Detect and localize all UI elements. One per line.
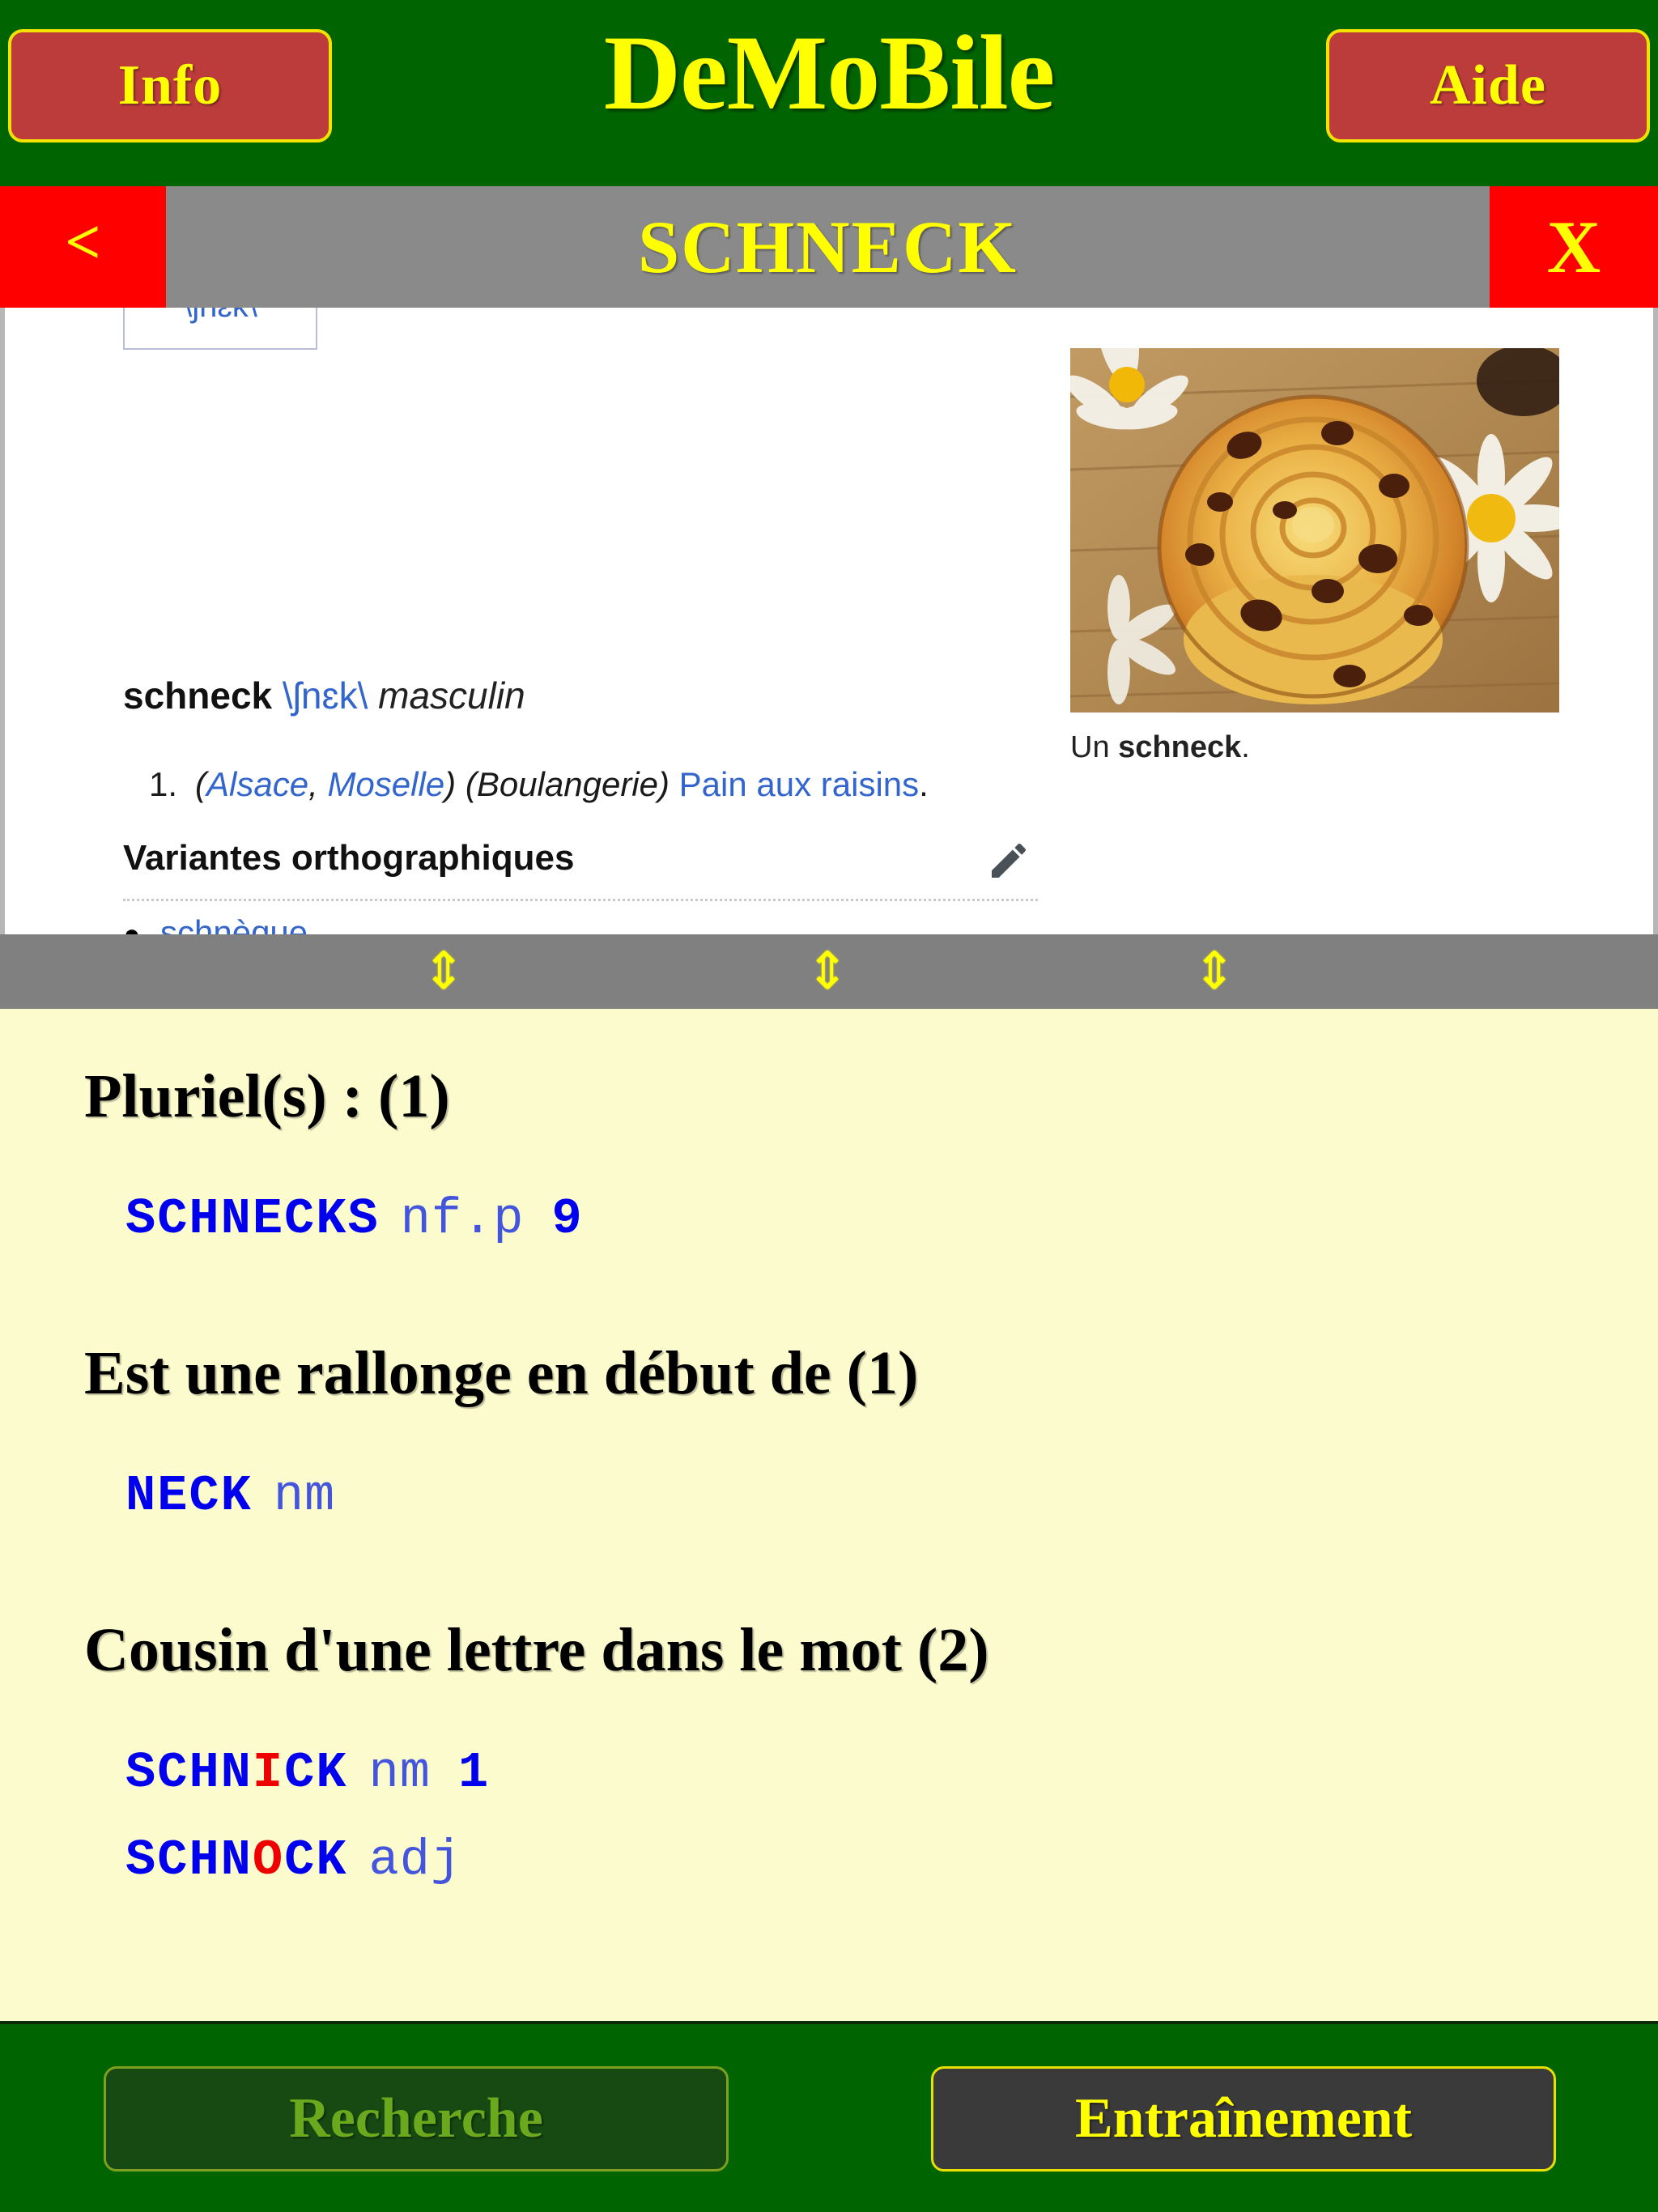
section-title: Cousin d'une lettre dans le mot (2) xyxy=(84,1616,989,1684)
sense-region-sep: , xyxy=(308,765,328,803)
close-button[interactable]: X xyxy=(1490,186,1658,308)
dictionary-pronunciation: \ʃnɛk\ xyxy=(282,674,368,717)
sense-region-close: ) xyxy=(444,765,457,803)
dictionary-headword: schneck xyxy=(123,674,273,717)
section-cousins: Cousin d'une lettre dans le mot (2) SCHN… xyxy=(0,1611,1658,1904)
aide-button-label: Aide xyxy=(1430,54,1546,117)
variants-divider xyxy=(123,899,1038,901)
dictionary-content: \ʃnɛk\ schneck \ʃnɛk\ masculin 1. (Alsace… xyxy=(5,308,1653,934)
word-title-bar: < SCHNECK X xyxy=(0,186,1658,308)
figure-caption: Un schneck. xyxy=(1070,730,1559,765)
entry-pos: nm xyxy=(368,1744,431,1802)
sense-region-moselle[interactable]: Moselle xyxy=(327,765,444,803)
entry-count: 1 xyxy=(457,1744,489,1802)
entrainement-button-label: Entraînement xyxy=(1074,2087,1413,2150)
word-entry[interactable]: NECK nm xyxy=(125,1453,1658,1540)
entry-word: SCHNICK xyxy=(125,1744,348,1802)
resize-arrow-icon[interactable]: ⇕ xyxy=(422,946,466,998)
sense-definition[interactable]: Pain aux raisins xyxy=(679,765,919,803)
ipa-box: \ʃnɛk\ xyxy=(123,308,317,350)
back-chevron-icon: < xyxy=(65,206,101,277)
sense-period: . xyxy=(919,765,929,803)
bottom-tab-bar: Recherche Entraînement xyxy=(0,2021,1658,2212)
dictionary-gender: masculin xyxy=(378,674,525,717)
dictionary-sense: 1. (Alsace, Moselle) (Boulangerie) Pain a… xyxy=(149,765,929,804)
sense-region-open: ( xyxy=(195,765,207,803)
word-relations-content: Pluriel(s) : (1) SCHNECKS nf.p 9 Est une r… xyxy=(0,1009,1658,2021)
entrainement-button[interactable]: Entraînement xyxy=(931,2066,1556,2172)
section-title: Est une rallonge en début de (1) xyxy=(84,1339,919,1407)
recherche-button-label: Recherche xyxy=(289,2087,543,2150)
resize-arrow-icon[interactable]: ⇕ xyxy=(806,946,849,998)
sense-domain: (Boulangerie) xyxy=(465,765,670,803)
aide-button[interactable]: Aide xyxy=(1326,29,1650,143)
sense-region-alsace[interactable]: Alsace xyxy=(206,765,308,803)
current-word-title: SCHNECK xyxy=(166,186,1490,308)
entry-word: SCHNECKS xyxy=(125,1190,380,1248)
recherche-button[interactable]: Recherche xyxy=(104,2066,729,2172)
schneck-photo[interactable] xyxy=(1070,348,1559,713)
dictionary-panel[interactable]: \ʃnɛk\ schneck \ʃnɛk\ masculin 1. (Alsace… xyxy=(0,308,1658,934)
dictionary-headword-line: schneck \ʃnɛk\ masculin xyxy=(123,674,525,717)
back-button[interactable]: < xyxy=(0,186,166,308)
entry-count: 9 xyxy=(551,1190,582,1248)
entry-pos: nm xyxy=(273,1467,336,1525)
variants-heading: Variantes orthographiques xyxy=(123,838,575,878)
bullet-icon: ● xyxy=(123,917,141,934)
entry-pos: adj xyxy=(368,1831,462,1889)
entry-pos: nf.p xyxy=(400,1190,525,1248)
pencil-icon[interactable] xyxy=(986,838,1031,883)
entry-word: SCHNOCK xyxy=(125,1831,348,1889)
entry-list: SCHNECKS nf.p 9 xyxy=(125,1176,1658,1263)
resize-arrow-icon[interactable]: ⇕ xyxy=(1192,946,1236,998)
figure-caption-prefix: Un xyxy=(1070,730,1119,764)
word-entry[interactable]: SCHNECKS nf.p 9 xyxy=(125,1176,1658,1263)
app-root: Info DeMoBile Aide < SCHNECK X \ʃnɛk\ sc… xyxy=(0,0,1658,2212)
figure-caption-suffix: . xyxy=(1241,730,1250,764)
word-entry[interactable]: SCHNOCK adj xyxy=(125,1817,1658,1904)
sense-number: 1. xyxy=(149,765,178,803)
figure-caption-word: schneck xyxy=(1118,730,1242,764)
entry-list: SCHNICK nm 1 SCHNOCK adj xyxy=(125,1729,1658,1904)
variant-label: schnèque xyxy=(160,913,308,934)
variant-item[interactable]: ● schnèque xyxy=(123,913,308,934)
dictionary-figure: Un schneck. xyxy=(1070,348,1559,765)
panel-resize-divider[interactable]: ⇕ ⇕ ⇕ xyxy=(0,934,1658,1009)
section-title: Pluriel(s) : (1) xyxy=(84,1062,450,1130)
section-rallonge: Est une rallonge en début de (1) NECK nm xyxy=(0,1334,1658,1540)
top-header: Info DeMoBile Aide xyxy=(0,0,1658,186)
entry-list: NECK nm xyxy=(125,1453,1658,1540)
entry-word: NECK xyxy=(125,1467,253,1525)
word-entry[interactable]: SCHNICK nm 1 xyxy=(125,1729,1658,1817)
section-pluriels: Pluriel(s) : (1) SCHNECKS nf.p 9 xyxy=(0,1057,1658,1263)
close-icon: X xyxy=(1546,206,1601,288)
